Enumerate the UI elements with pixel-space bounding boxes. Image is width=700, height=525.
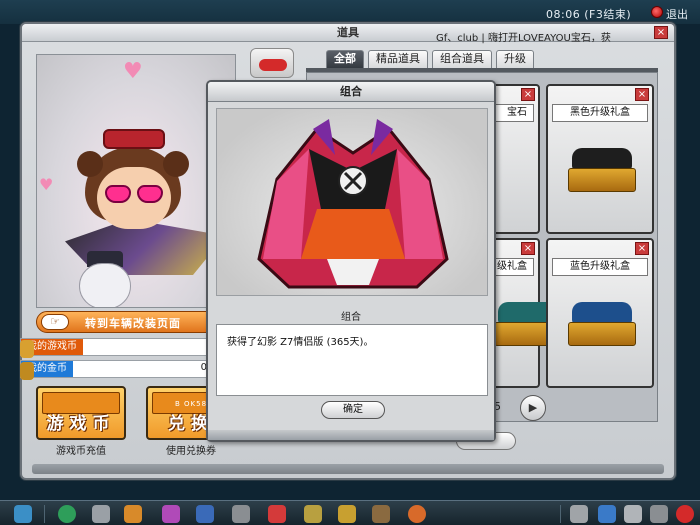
pointing-hand-icon: ☞ <box>41 314 69 330</box>
heart-glasses-icon <box>137 185 163 203</box>
coin-icon <box>20 340 34 358</box>
heart-icon: ♥ <box>123 59 143 84</box>
delete-icon[interactable]: × <box>521 242 535 255</box>
tab-all[interactable]: 全部 <box>326 50 364 68</box>
tab-combo[interactable]: 组合道具 <box>432 50 492 68</box>
globe-icon[interactable] <box>598 505 616 523</box>
item-card[interactable]: × 黑色升级礼盒 <box>546 84 654 234</box>
exit-label[interactable]: 退出 <box>666 6 688 22</box>
bear-pet <box>79 263 131 307</box>
gift-box-icon <box>568 148 636 192</box>
settings-icon[interactable] <box>650 505 668 523</box>
item-name: 蓝色升级礼盒 <box>552 258 648 276</box>
dialog-footer <box>208 430 494 440</box>
heart-icon[interactable] <box>268 505 286 523</box>
banner-label: 转到车辆改装页面 <box>85 317 181 330</box>
window-bottom-bar <box>32 464 664 474</box>
kart-category-icon[interactable] <box>250 48 294 78</box>
item-name: 黑色升级礼盒 <box>552 104 648 122</box>
kart-reward-image <box>216 108 488 296</box>
barcode-text: B OK58 <box>175 400 208 408</box>
recharge-button[interactable]: 游戏币 <box>36 386 126 440</box>
shop-cart-icon[interactable] <box>92 505 110 523</box>
recharge-button-text: 游戏币 <box>46 414 116 434</box>
combine-dialog: 组合 组合 获得了幻影 Z7情侣版 (365天)。 确定 <box>206 80 496 442</box>
kart-icon[interactable] <box>196 505 214 523</box>
news-ticker: Gf、club | 嗨打开LOVEAYOU宝石，获 <box>436 33 611 44</box>
exit-icon[interactable] <box>651 6 663 18</box>
character-icon[interactable] <box>124 505 142 523</box>
item-card[interactable]: × 蓝色升级礼盒 <box>546 238 654 388</box>
edit-icon[interactable] <box>570 505 588 523</box>
event-icon[interactable] <box>408 505 426 523</box>
power-icon[interactable] <box>676 505 694 523</box>
gift-box-icon <box>568 302 636 346</box>
confirm-button[interactable]: 确定 <box>321 401 385 419</box>
exchange-caption: 使用兑换券 <box>166 446 216 457</box>
dialog-title: 组合 <box>208 82 494 102</box>
delete-icon[interactable]: × <box>635 242 649 255</box>
avatar-hair-bun <box>77 151 103 177</box>
gold-icon <box>20 362 34 380</box>
delete-icon[interactable]: × <box>521 88 535 101</box>
gear-icon[interactable] <box>232 505 250 523</box>
gold-coin-row: 我的金币 0 <box>20 360 212 378</box>
dialog-caption: 组合 <box>341 312 361 323</box>
top-status-bar: 08:06 (F3结束) 退出 <box>0 0 700 24</box>
kart-icon <box>257 119 449 289</box>
dialog-message: 获得了幻影 Z7情侣版 (365天)。 <box>216 324 488 396</box>
avatar-bow <box>103 129 165 149</box>
home-icon[interactable] <box>14 505 32 523</box>
clock-text: 08:06 (F3结束) <box>546 8 632 21</box>
avatar-hair-bun <box>163 151 189 177</box>
book-icon[interactable] <box>372 505 390 523</box>
tab-upgrade[interactable]: 升级 <box>496 50 534 68</box>
next-page-button[interactable]: ▶ <box>520 395 546 421</box>
heart-glasses-icon <box>105 185 131 203</box>
delete-icon[interactable]: × <box>635 88 649 101</box>
game-coin-row: 我的游戏币 <box>20 338 212 356</box>
item-icon[interactable] <box>162 505 180 523</box>
taskbar <box>0 500 700 525</box>
wings-icon[interactable] <box>304 505 322 523</box>
tools-icon[interactable] <box>624 505 642 523</box>
recharge-caption: 游戏币充值 <box>56 446 106 457</box>
award-icon[interactable] <box>338 505 356 523</box>
tab-premium[interactable]: 精品道具 <box>368 50 428 68</box>
heart-icon: ♥ <box>39 175 54 194</box>
back-icon[interactable] <box>58 505 76 523</box>
